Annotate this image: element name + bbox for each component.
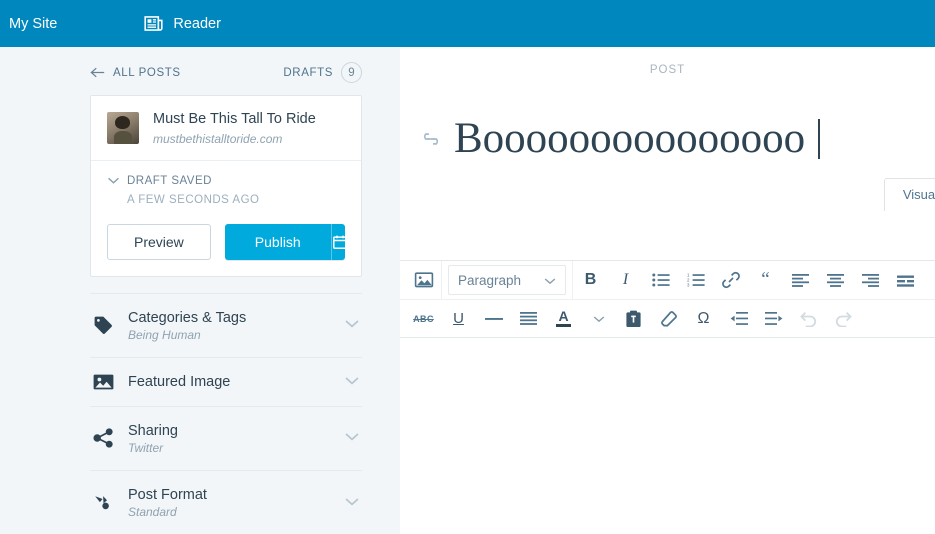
chevron-down-icon xyxy=(107,176,120,185)
redo-icon[interactable] xyxy=(826,300,861,338)
sidebar-item-sub: Twitter xyxy=(128,440,164,455)
toolbar-row-2: ABC U A Ω xyxy=(400,299,935,337)
accordion-text: Categories & Tags Being Human xyxy=(128,309,338,342)
paragraph-select-value: Paragraph xyxy=(458,272,522,288)
site-meta: Must Be This Tall To Ride mustbethistall… xyxy=(153,110,316,146)
text-caret xyxy=(818,118,821,159)
chevron-down-icon xyxy=(544,273,556,288)
align-right-icon[interactable] xyxy=(853,261,888,299)
calendar-icon xyxy=(332,234,345,250)
permalink-icon[interactable] xyxy=(420,132,442,146)
chevron-down-icon xyxy=(338,316,360,334)
post-editor: POST Booooooooooooooo Visual Paragraph B… xyxy=(400,47,935,534)
all-posts-link[interactable]: ALL POSTS xyxy=(90,66,181,79)
text-color-letter: A xyxy=(558,308,569,324)
sidebar-item-label: Categories & Tags xyxy=(128,309,247,326)
drafts-filter[interactable]: DRAFTS 9 xyxy=(283,62,362,83)
site-title: Must Be This Tall To Ride xyxy=(153,111,316,127)
undo-icon[interactable] xyxy=(791,300,826,338)
paste-as-text-icon[interactable] xyxy=(616,300,651,338)
blockquote-icon[interactable]: “ xyxy=(748,261,783,299)
horizontal-rule-icon[interactable] xyxy=(476,300,511,338)
schedule-button[interactable] xyxy=(330,223,345,260)
post-status-card: Must Be This Tall To Ride mustbethistall… xyxy=(90,95,362,277)
chevron-down-icon[interactable] xyxy=(581,300,616,338)
toolbar-divider xyxy=(441,261,442,299)
underline-icon[interactable]: U xyxy=(441,300,476,338)
publish-button-group: Publish xyxy=(224,223,345,260)
reader-button[interactable]: Reader xyxy=(71,0,235,47)
back-arrow-icon xyxy=(90,66,105,79)
post-type-kicker: POST xyxy=(649,64,686,76)
action-button-row: Preview Publish xyxy=(107,223,345,260)
site-url: mustbethistalltoride.com xyxy=(153,131,283,146)
newspaper-icon xyxy=(143,13,164,34)
toolbar-row-1: Paragraph B I 1 2 3 “ xyxy=(400,261,935,299)
site-info-row[interactable]: Must Be This Tall To Ride mustbethistall… xyxy=(91,96,361,161)
chevron-down-icon xyxy=(338,494,360,512)
accordion-text: Sharing Twitter xyxy=(128,422,338,455)
align-left-icon[interactable] xyxy=(783,261,818,299)
bold-icon[interactable]: B xyxy=(573,261,608,299)
masthead: My Site Reader xyxy=(0,0,935,47)
post-settings-sidebar: ALL POSTS DRAFTS 9 Must Be This Tall To … xyxy=(0,47,400,534)
my-site-button[interactable]: My Site xyxy=(0,0,71,47)
all-posts-label: ALL POSTS xyxy=(113,66,181,79)
preview-button[interactable]: Preview xyxy=(107,223,211,260)
settings-accordion: Categories & Tags Being Human Featured I… xyxy=(90,292,362,534)
chevron-down-icon xyxy=(338,373,360,391)
sidebar-item-sub: Being Human xyxy=(128,327,201,342)
share-icon xyxy=(90,428,116,449)
sidebar-item-post-format[interactable]: Post Format Standard xyxy=(90,469,362,534)
editor-toolbar: Paragraph B I 1 2 3 “ ABC U A Ω xyxy=(400,260,935,338)
sidebar-item-sub: Standard xyxy=(128,505,177,520)
drafts-label: DRAFTS xyxy=(283,66,333,79)
avatar xyxy=(107,111,139,144)
sidebar-item-label: Post Format xyxy=(128,486,207,503)
sidebar-header: ALL POSTS DRAFTS 9 xyxy=(0,47,400,95)
publish-button[interactable]: Publish xyxy=(225,224,331,260)
italic-icon[interactable]: I xyxy=(608,261,643,299)
main-stage: ALL POSTS DRAFTS 9 Must Be This Tall To … xyxy=(0,47,935,534)
tab-visual[interactable]: Visual xyxy=(883,178,935,211)
sidebar-item-label: Sharing xyxy=(128,422,178,439)
svg-text:3: 3 xyxy=(687,283,690,287)
chevron-down-icon xyxy=(338,429,360,447)
bullet-list-icon[interactable] xyxy=(643,261,678,299)
draft-saved-timestamp: A FEW SECONDS AGO xyxy=(127,193,260,206)
justify-icon[interactable] xyxy=(511,300,546,338)
clear-formatting-icon[interactable] xyxy=(651,300,686,338)
status-block: DRAFT SAVED A FEW SECONDS AGO Preview Pu… xyxy=(91,161,361,276)
accordion-text: Post Format Standard xyxy=(128,486,338,519)
add-media-icon[interactable] xyxy=(406,261,441,299)
align-justify-icon[interactable] xyxy=(888,261,923,299)
post-content-area[interactable] xyxy=(400,338,935,534)
sidebar-item-categories-tags[interactable]: Categories & Tags Being Human xyxy=(90,292,362,357)
numbered-list-icon[interactable]: 1 2 3 xyxy=(678,261,713,299)
tag-icon xyxy=(90,315,116,335)
align-center-icon[interactable] xyxy=(818,261,853,299)
strikethrough-icon[interactable]: ABC xyxy=(406,300,441,338)
drafts-count-badge: 9 xyxy=(341,62,362,83)
reader-label: Reader xyxy=(173,15,221,32)
link-icon[interactable] xyxy=(713,261,748,299)
draft-status-label: DRAFT SAVED xyxy=(127,174,212,187)
sidebar-item-label: Featured Image xyxy=(128,373,231,390)
outdent-icon[interactable] xyxy=(721,300,756,338)
text-color-icon[interactable]: A xyxy=(546,300,581,338)
post-title-row[interactable]: Booooooooooooooo xyxy=(400,76,935,161)
special-character-icon[interactable]: Ω xyxy=(686,300,721,338)
my-site-label: My Site xyxy=(9,15,58,32)
paragraph-select[interactable]: Paragraph xyxy=(448,265,566,295)
post-format-icon xyxy=(90,493,116,513)
text-color-swatch xyxy=(556,324,571,327)
accordion-text: Featured Image xyxy=(128,373,338,391)
indent-icon[interactable] xyxy=(756,300,791,338)
sidebar-item-sharing[interactable]: Sharing Twitter xyxy=(90,405,362,470)
post-title-input[interactable]: Booooooooooooooo xyxy=(454,116,805,161)
sidebar-item-featured-image[interactable]: Featured Image xyxy=(90,356,362,406)
draft-status-toggle[interactable]: DRAFT SAVED xyxy=(107,175,345,187)
image-icon xyxy=(90,373,116,391)
